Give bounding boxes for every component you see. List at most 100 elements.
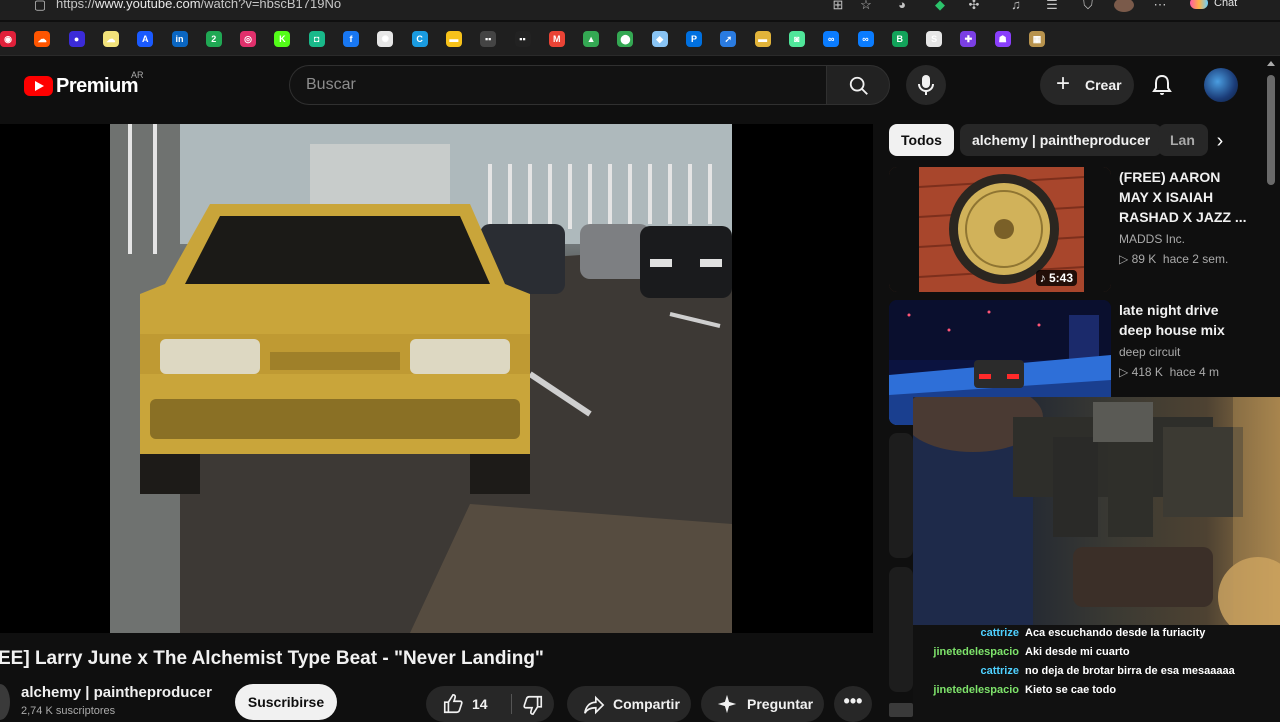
chat-text: no deja de brotar birra de esa mesaaaaa <box>1025 665 1235 677</box>
ask-button[interactable]: Preguntar <box>701 686 824 722</box>
rec-1-title[interactable]: (FREE) AARON MAY X ISAIAH RASHAD X JAZZ … <box>1119 167 1251 227</box>
logo-region: AR <box>131 70 144 80</box>
youtube-header: Premium AR Buscar + Crear <box>0 57 1262 113</box>
webcam-image <box>913 397 1280 625</box>
create-button[interactable]: + Crear <box>1040 65 1134 105</box>
bell-icon <box>1152 74 1172 95</box>
account-avatar[interactable] <box>1204 68 1238 102</box>
channel-avatar[interactable] <box>0 684 10 720</box>
scroll-up-icon[interactable] <box>1267 61 1275 66</box>
search-button[interactable] <box>826 65 890 105</box>
linkedin-icon[interactable]: in <box>171 31 188 47</box>
notifications-button[interactable] <box>1142 65 1182 105</box>
rec-thumbnail-3[interactable] <box>889 433 913 558</box>
meta-2-icon[interactable]: ∞ <box>857 31 874 47</box>
chat-username: jinetedelespacio <box>933 684 1019 696</box>
address-bar[interactable]: https://www.youtube.com/watch?v=hbscB171… <box>56 0 341 11</box>
cloud-yellow-icon[interactable]: ☁ <box>102 31 119 47</box>
ext-violet-icon[interactable]: ☗ <box>994 31 1011 47</box>
site-info-icon[interactable]: ▢ <box>32 0 48 12</box>
maps-icon[interactable]: ⬤ <box>617 31 634 47</box>
rec-1-channel[interactable]: MADDS Inc. <box>1119 232 1185 246</box>
ext-lime-icon[interactable]: ◙ <box>788 31 805 47</box>
menu-dots-icon[interactable]: ⋯ <box>1152 0 1168 12</box>
chip-all[interactable]: Todos <box>889 124 954 156</box>
shield-icon[interactable]: ⛉ <box>1080 0 1096 12</box>
chat-message: jinetedelespacio Aki desde mi cuarto <box>913 644 1280 663</box>
bookmark-star-icon[interactable]: ☆ <box>858 0 874 12</box>
chat-text: Aki desde mi cuarto <box>1025 646 1130 658</box>
logo-text[interactable]: Premium <box>56 75 139 98</box>
chat-message: cattrize no deja de brotar birra de esa … <box>913 663 1280 682</box>
url-prefix: https:// <box>56 0 96 11</box>
profile-avatar[interactable] <box>1114 0 1134 12</box>
install-app-icon[interactable]: ⊞ <box>830 0 846 12</box>
create-label: Crear <box>1085 77 1122 93</box>
like-button[interactable]: 14 <box>426 686 511 722</box>
kick-icon[interactable]: K <box>274 31 291 47</box>
url-path: /watch?v=hbscB1719No <box>200 0 342 11</box>
like-count: 14 <box>472 696 488 712</box>
soundcloud-icon[interactable]: ☁ <box>34 31 51 47</box>
rec-thumbnail-1[interactable]: ♪ 5:43 <box>889 167 1111 292</box>
ext-2-icon[interactable]: 2 <box>205 31 222 47</box>
wallet-icon[interactable]: ▬ <box>445 31 462 47</box>
rec-2-title[interactable]: late night drive deep house mix <box>1119 300 1251 340</box>
browser-toolbar: ▢ https://www.youtube.com/watch?v=hbscB1… <box>0 0 1280 20</box>
ext-dark-icon[interactable]: ▪▪ <box>514 31 531 47</box>
meta-icon[interactable]: ∞ <box>823 31 840 47</box>
ext-tan-icon[interactable]: ▦ <box>1029 31 1045 47</box>
dislike-button[interactable] <box>512 686 554 722</box>
spotify-icon[interactable]: S <box>926 31 943 47</box>
rec-thumbnail-5[interactable] <box>889 703 913 717</box>
rec-1-meta: ▷ 89 K hace 2 sem. <box>1119 252 1229 266</box>
chat-message: jinetedelespacio Kieto se cae todo <box>913 682 1280 701</box>
extension-icon[interactable]: ◕ <box>894 0 910 12</box>
rec-2-views: 418 K <box>1131 365 1163 379</box>
extension-green-icon[interactable]: ◆ <box>932 0 948 12</box>
dots-icon[interactable]: ▪▪ <box>480 31 497 47</box>
note-icon[interactable]: ▬ <box>754 31 771 47</box>
chevron-right-icon[interactable]: › <box>1206 128 1234 156</box>
paypal-icon[interactable]: P <box>686 31 702 47</box>
more-actions-icon[interactable]: ••• <box>834 686 872 722</box>
reading-list-icon[interactable]: ☰ <box>1044 0 1060 12</box>
bing-icon[interactable]: B <box>891 31 908 47</box>
opera-icon[interactable]: ◉ <box>0 31 16 47</box>
puzzle-icon[interactable]: ✣ <box>966 0 982 12</box>
media-icon[interactable]: ♫ <box>1008 0 1024 12</box>
like-dislike-segment: 14 <box>426 686 554 722</box>
search-placeholder: Buscar <box>306 76 356 93</box>
rec-thumbnail-1-image <box>889 167 1111 292</box>
scroll-thumb[interactable] <box>1267 75 1275 185</box>
arrow-ext-icon[interactable]: ➚ <box>720 31 737 47</box>
voice-search-button[interactable] <box>906 65 946 105</box>
ext-green-icon[interactable]: ◘ <box>308 31 325 47</box>
search-input[interactable]: Buscar <box>289 65 827 105</box>
chat-message: cattrize Aca escuchando desde la furiaci… <box>913 625 1280 644</box>
instagram-icon[interactable]: ◎ <box>240 31 257 47</box>
drive-icon[interactable]: ▲ <box>583 31 600 47</box>
ext-purple-icon[interactable]: ✚ <box>960 31 977 47</box>
chat-button[interactable]: Chat <box>1186 0 1256 12</box>
chatgpt-icon[interactable]: ✺ <box>377 31 394 47</box>
chip-lan[interactable]: Lan <box>1158 124 1208 156</box>
fish-icon[interactable]: ◆ <box>651 31 668 47</box>
circle-blue-icon[interactable]: ● <box>68 31 85 47</box>
arrow-a-icon[interactable]: A <box>137 31 154 47</box>
video-frame[interactable] <box>110 124 732 633</box>
share-label: Compartir <box>613 696 680 712</box>
search-icon <box>849 76 868 95</box>
channel-name[interactable]: alchemy | paintheproducer <box>21 684 212 701</box>
video-player[interactable] <box>0 124 873 633</box>
share-button[interactable]: Compartir <box>567 686 691 722</box>
facebook-icon[interactable]: f <box>343 31 359 47</box>
gmail-icon[interactable]: M <box>548 31 565 47</box>
canva-icon[interactable]: C <box>411 31 428 47</box>
chat-text: Aca escuchando desde la furiacity <box>1025 627 1206 639</box>
rec-thumbnail-4[interactable] <box>889 567 913 692</box>
chip-alchemy[interactable]: alchemy | paintheproducer <box>960 124 1163 156</box>
rec-2-channel[interactable]: deep circuit <box>1119 345 1180 359</box>
youtube-logo-icon[interactable] <box>24 76 53 96</box>
subscribe-button[interactable]: Suscribirse <box>235 684 337 720</box>
